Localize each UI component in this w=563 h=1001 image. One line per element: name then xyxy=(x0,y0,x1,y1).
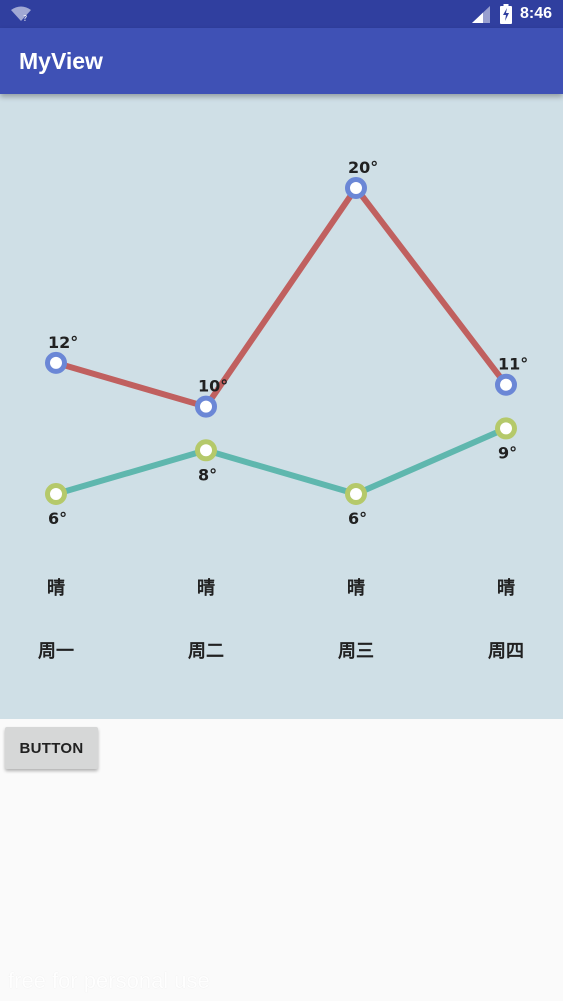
main-button[interactable]: BUTTON xyxy=(5,727,98,769)
low-temp-line xyxy=(53,425,509,497)
low-temp-point-4 xyxy=(495,417,517,440)
low-temp-label-2: 8° xyxy=(198,465,217,484)
high-temp-label-2: 10° xyxy=(198,377,228,396)
wifi-icon: ? xyxy=(11,6,31,22)
status-time: 8:46 xyxy=(520,5,553,22)
status-bar: ? 8:46 xyxy=(0,0,563,28)
high-temp-point-3 xyxy=(345,177,367,199)
weather-condition-3: 晴 xyxy=(347,577,365,599)
app-bar: MyView xyxy=(0,28,563,94)
low-temp-label-1: 6° xyxy=(48,509,67,528)
high-temp-point-4 xyxy=(495,373,517,396)
watermark-text: free for personal use xyxy=(8,968,210,993)
day-label-3: 周三 xyxy=(338,641,374,662)
low-temp-label-4: 9° xyxy=(498,443,517,462)
svg-text:?: ? xyxy=(23,14,27,22)
weather-chart-view: 12° 10° 20° 11° 6° 8° 6° 9° 晴 晴 晴 晴周一 周二 周三 周四 xyxy=(0,94,563,719)
day-label-4: 周四 xyxy=(488,641,524,662)
high-temp-point-2 xyxy=(195,395,217,418)
high-temp-point-1 xyxy=(45,351,67,374)
day-label-2: 周二 xyxy=(188,641,224,662)
weather-condition-4: 晴 xyxy=(497,577,515,599)
low-temp-point-2 xyxy=(195,439,217,462)
low-temp-point-1 xyxy=(45,483,67,505)
weather-condition-1: 晴 xyxy=(47,577,65,599)
low-temp-point-3 xyxy=(345,483,367,505)
high-temp-label-4: 11° xyxy=(498,355,528,374)
temperature-line-chart: 12° 10° 20° 11° 6° 8° 6° 9° 晴 晴 晴 晴周一 周二 周三 周四 xyxy=(38,158,528,662)
app-title: MyView xyxy=(19,48,103,74)
battery-charging-icon xyxy=(500,4,512,24)
high-temp-label-3: 20° xyxy=(348,158,378,177)
day-label-1: 周一 xyxy=(38,641,74,662)
cell-signal-icon xyxy=(472,6,490,23)
weather-condition-2: 晴 xyxy=(197,577,215,599)
low-temp-label-3: 6° xyxy=(348,509,367,528)
high-temp-label-1: 12° xyxy=(48,333,78,352)
high-temp-line xyxy=(53,185,509,410)
